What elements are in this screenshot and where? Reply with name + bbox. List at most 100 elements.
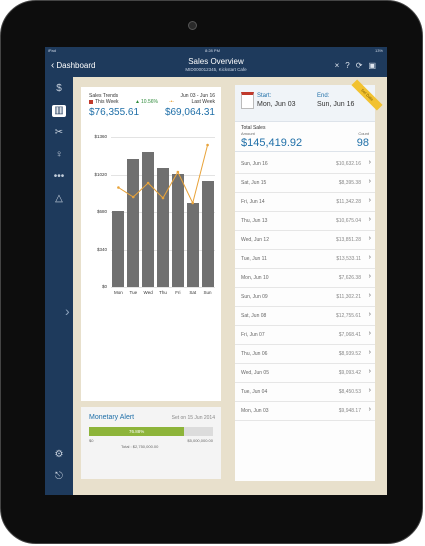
daily-sales-row[interactable]: Thu, Jun 06 $8,939.52 › xyxy=(235,345,375,364)
chart-icon[interactable]: ▥ xyxy=(52,105,66,117)
daily-sales-row[interactable]: Wed, Jun 05 $9,093.42 › xyxy=(235,364,375,383)
daily-sales-row[interactable]: Mon, Jun 03 $9,948.17 › xyxy=(235,402,375,421)
export-icon[interactable]: ▣ xyxy=(368,61,382,70)
row-amount: $7,068.41 xyxy=(338,332,361,338)
status-time: 8:28 PM xyxy=(205,48,220,53)
alert-progress-track: 76.88% xyxy=(89,427,213,436)
row-amount: $13,851.28 xyxy=(335,237,361,243)
row-amount: $8,395.38 xyxy=(338,180,361,186)
row-date: Mon, Jun 03 xyxy=(241,408,269,414)
row-date: Fri, Jun 14 xyxy=(241,199,265,205)
app-screen: iPad 8:28 PM 13% ‹ Dashboard Sales Overvi… xyxy=(45,47,387,495)
row-date: Tue, Jun 11 xyxy=(241,256,267,262)
total-sales-summary: Total Sales Amount $145,419.92 Count 98 xyxy=(235,123,375,152)
daily-sales-row[interactable]: Sun, Jun 09 $11,302.21 › xyxy=(235,288,375,307)
daily-sales-row[interactable]: Tue, Jun 04 $8,450.53 › xyxy=(235,383,375,402)
chevron-right-icon: › xyxy=(368,387,371,394)
row-date: Sat, Jun 08 xyxy=(241,313,267,319)
more-icon[interactable]: ••• xyxy=(52,171,66,183)
set-date-ribbon[interactable]: Set Date xyxy=(351,79,383,111)
row-amount: $7,626.38 xyxy=(338,275,361,281)
row-date: Wed, Jun 12 xyxy=(241,237,269,243)
carrier-label: iPad xyxy=(48,48,57,53)
alert-total: Total : $2,750,000.00 xyxy=(121,444,159,449)
row-amount: $11,302.21 xyxy=(336,294,361,300)
row-date: Sat, Jun 15 xyxy=(241,180,267,186)
daily-sales-row[interactable]: Wed, Jun 12 $13,851.28 › xyxy=(235,231,375,250)
change-icon: ▲ xyxy=(135,99,140,105)
row-amount: $9,093.42 xyxy=(338,370,361,376)
daily-sales-row[interactable]: Mon, Jun 10 $7,626.38 › xyxy=(235,269,375,288)
daily-sales-row[interactable]: Fri, Jun 07 $7,068.41 › xyxy=(235,326,375,345)
daily-sales-row[interactable]: Sat, Jun 08 $12,755.61 › xyxy=(235,307,375,326)
alert-progress-fill: 76.88% xyxy=(89,427,185,436)
daily-sales-row[interactable]: Tue, Jun 11 $13,533.11 › xyxy=(235,250,375,269)
daily-sales-row[interactable]: Sun, Jun 16 $10,632.16 › xyxy=(235,155,375,174)
row-amount: $8,450.53 xyxy=(338,389,361,395)
end-label: End: xyxy=(317,93,330,99)
last-week-total: $69,064.31 xyxy=(164,107,215,118)
chevron-right-icon: › xyxy=(368,406,371,413)
chevron-right-icon: › xyxy=(368,159,371,166)
last-week-point[interactable] xyxy=(191,201,195,205)
sales-detail-panel: Start: Mon, Jun 03 End: Sun, Jun 16 Set … xyxy=(235,79,383,481)
row-date: Sun, Jun 16 xyxy=(241,161,268,167)
sync-icon[interactable]: ⟳ xyxy=(356,61,369,70)
chevron-right-icon: › xyxy=(368,254,371,261)
row-amount: $13,533.11 xyxy=(336,256,361,262)
nav-bar: ‹ Dashboard Sales Overview MID000012345, … xyxy=(45,55,387,77)
battery-label: 13% xyxy=(374,48,383,53)
help-icon[interactable]: ? xyxy=(345,61,355,70)
ipad-frame: iPad 8:28 PM 13% ‹ Dashboard Sales Overvi… xyxy=(0,0,423,544)
row-date: Wed, Jun 05 xyxy=(241,370,269,376)
legend-change: 10.56% xyxy=(141,99,158,105)
lightbulb-icon[interactable]: ♀ xyxy=(52,149,66,161)
start-label: Start: xyxy=(257,93,272,99)
row-date: Thu, Jun 13 xyxy=(241,218,268,224)
count-label: Count xyxy=(358,131,369,136)
chevron-right-icon: › xyxy=(368,197,371,204)
last-week-point[interactable] xyxy=(176,170,180,174)
last-week-point[interactable] xyxy=(206,143,209,147)
chevron-right-icon: › xyxy=(368,330,371,337)
last-week-point[interactable] xyxy=(161,196,165,200)
logout-icon[interactable]: ⎋ xyxy=(52,471,66,483)
chevron-right-icon[interactable]: › xyxy=(65,303,70,319)
status-bar: iPad 8:28 PM 13% xyxy=(45,47,387,55)
sidebar: $ ▥ ✂ ♀ ••• △ › ⚙ ⎋ xyxy=(45,77,73,495)
tools-icon[interactable]: ✂ xyxy=(52,127,66,139)
row-date: Mon, Jun 10 xyxy=(241,275,269,281)
last-week-point[interactable] xyxy=(117,186,120,189)
row-date: Sun, Jun 09 xyxy=(241,294,268,300)
daily-sales-row[interactable]: Fri, Jun 14 $11,342.28 › xyxy=(235,193,375,212)
amount-label: Amount xyxy=(241,131,255,136)
row-date: Fri, Jun 07 xyxy=(241,332,265,338)
alert-title: Monetary Alert xyxy=(89,414,135,421)
row-amount: $8,939.52 xyxy=(338,351,361,357)
chevron-right-icon: › xyxy=(368,349,371,356)
alert-max: $5,000,000.00 xyxy=(187,438,213,443)
last-week-point[interactable] xyxy=(146,181,150,185)
daily-sales-row[interactable]: Thu, Jun 13 $10,675.04 › xyxy=(235,212,375,231)
legend-this-week: This Week xyxy=(95,99,119,105)
row-amount: $9,948.17 xyxy=(338,408,361,414)
alert-min: $0 xyxy=(89,438,94,443)
warning-icon[interactable]: △ xyxy=(52,193,66,205)
alert-set-on: Set on 15 Jun 2014 xyxy=(171,415,215,421)
chevron-right-icon: › xyxy=(368,311,371,318)
nav-actions: ×?⟳▣ xyxy=(335,61,382,70)
start-value[interactable]: Mon, Jun 03 xyxy=(257,101,296,108)
total-count: 98 xyxy=(356,137,369,149)
end-value[interactable]: Sun, Jun 16 xyxy=(317,101,354,108)
this-week-total: $76,355.61 xyxy=(89,107,140,118)
last-week-point[interactable] xyxy=(131,195,135,199)
daily-sales-row[interactable]: Sat, Jun 15 $8,395.38 › xyxy=(235,174,375,193)
row-date: Tue, Jun 04 xyxy=(241,389,268,395)
close-icon[interactable]: × xyxy=(335,61,346,70)
chevron-right-icon: › xyxy=(368,292,371,299)
date-range-selector[interactable]: Start: Mon, Jun 03 End: Sun, Jun 16 Set … xyxy=(235,79,383,122)
settings-icon[interactable]: ⚙ xyxy=(52,449,66,461)
dollar-icon[interactable]: $ xyxy=(52,83,66,95)
calendar-icon xyxy=(241,92,254,109)
row-amount: $12,755.61 xyxy=(335,313,361,319)
